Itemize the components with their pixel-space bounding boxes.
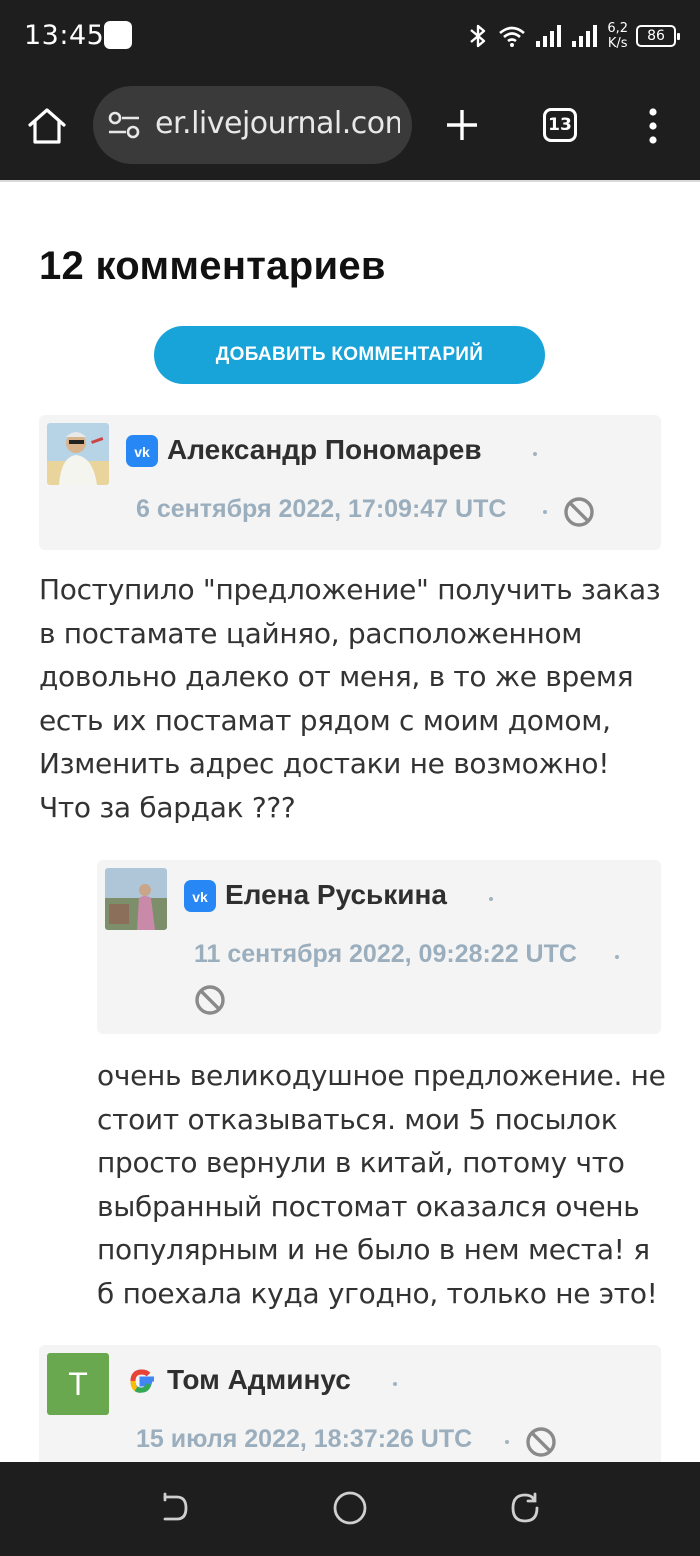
home-icon[interactable] <box>26 105 68 147</box>
site-settings-icon[interactable] <box>107 110 141 140</box>
bluetooth-icon <box>470 24 486 48</box>
avatar[interactable]: T <box>47 1353 109 1415</box>
comment-text: Поступило "предложение" получить заказ в… <box>39 573 661 824</box>
separator-dot <box>489 897 493 901</box>
vk-icon: vk <box>184 880 216 912</box>
new-tab-icon[interactable] <box>444 107 480 143</box>
browser-toolbar: er.livejournal.com 13 <box>0 72 700 180</box>
svg-text:vk: vk <box>192 889 208 905</box>
signal-icon-2 <box>572 25 598 47</box>
ban-icon[interactable] <box>194 984 226 1016</box>
system-navigation-bar <box>0 1462 700 1556</box>
separator-dot <box>543 510 547 514</box>
recent-apps-icon[interactable] <box>507 1490 543 1526</box>
status-indicators: 6,2 K/s 86 <box>467 14 680 58</box>
google-icon <box>130 1369 154 1393</box>
avatar[interactable] <box>105 868 167 930</box>
tab-switcher-button[interactable]: 13 <box>543 108 577 142</box>
svg-text:vk: vk <box>134 444 150 460</box>
back-icon[interactable] <box>157 1490 193 1526</box>
comment-header: vk Елена Руськина 11 сентября 2022, 09:2… <box>97 860 661 1034</box>
status-bar: 13:45 6,2 K/s 86 <box>0 0 700 72</box>
comment-author[interactable]: Александр Пономарев <box>167 434 482 466</box>
separator-dot <box>505 1440 509 1444</box>
ban-icon[interactable] <box>563 496 595 528</box>
comment-date[interactable]: 6 сентября 2022, 17:09:47 UTC <box>136 495 506 524</box>
signal-icon <box>536 25 562 47</box>
ban-icon[interactable] <box>525 1426 557 1458</box>
vk-icon: vk <box>126 435 158 467</box>
more-menu-icon[interactable] <box>644 106 662 146</box>
comment-date[interactable]: 15 июля 2022, 18:37:26 UTC <box>136 1425 472 1454</box>
notification-icon <box>104 21 132 49</box>
separator-dot <box>615 955 619 959</box>
comment-date[interactable]: 11 сентября 2022, 09:28:22 UTC <box>194 940 577 969</box>
home-button-icon[interactable] <box>332 1490 368 1526</box>
network-speed: 6,2 K/s <box>607 21 628 51</box>
status-time: 13:45 <box>24 20 105 51</box>
comment-text: очень великодушное предложение. не стоит… <box>97 1059 666 1310</box>
add-comment-button[interactable]: ДОБАВИТЬ КОММЕНТАРИЙ <box>154 326 545 384</box>
comments-heading: 12 комментариев <box>39 244 386 288</box>
comment-header: T Том Админус 15 июля 2022, 18:37:26 UTC <box>39 1345 661 1465</box>
separator-dot <box>393 1382 397 1386</box>
comment-header: vk Александр Пономарев 6 сентября 2022, … <box>39 415 661 550</box>
comment-author[interactable]: Том Админус <box>167 1364 351 1396</box>
battery-indicator: 86 <box>636 25 680 47</box>
toolbar-divider <box>0 180 700 182</box>
separator-dot <box>533 452 537 456</box>
comment-author[interactable]: Елена Руськина <box>225 879 447 911</box>
url-text[interactable]: er.livejournal.com <box>155 106 400 141</box>
address-bar[interactable]: er.livejournal.com <box>93 86 412 164</box>
wifi-icon <box>499 26 526 47</box>
avatar[interactable] <box>47 423 109 485</box>
